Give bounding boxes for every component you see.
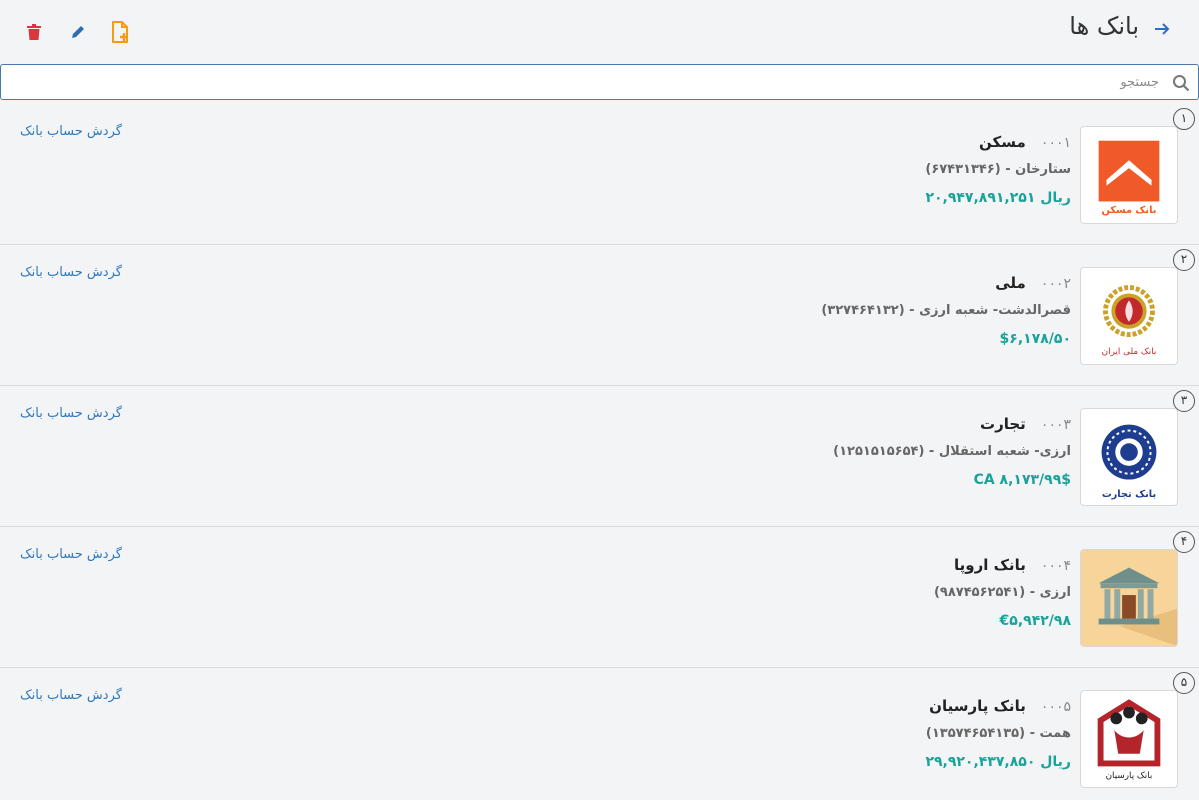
bank-name: تجارت <box>980 415 1026 433</box>
bank-info: ۰۰۰۱ مسکن ستارخان - (۶۷۴۳۱۳۴۶) ریال ۲۰,۹… <box>925 132 1071 212</box>
maskan-logo-text: بانک مسکن <box>1102 205 1157 216</box>
parsian-logo: بانک پارسیان <box>1080 690 1178 788</box>
edit-button[interactable] <box>64 18 92 46</box>
list-item[interactable]: ۵ بانک پارسیان ۰۰۰۵ بانک پارسیان همت - (… <box>0 668 1199 800</box>
tejarat-logo: بانک تجارت <box>1080 408 1178 506</box>
bank-balance: $CA ۸,۱۷۳/۹۹ <box>973 472 1071 488</box>
bank-building-icon <box>1080 549 1178 647</box>
bank-list: ۱ بانک مسکن ۰۰۰۱ مسکن ستارخان - (۶۷۴۳۱۳۴… <box>0 104 1199 800</box>
bank-branch: ستارخان - (۶۷۴۳۱۳۴۶) <box>925 162 1071 177</box>
account-turnover-link[interactable]: گردش حساب بانک <box>20 688 122 703</box>
bank-info: ۰۰۰۴ بانک اروپا ارزی - (۹۸۷۴۵۶۲۵۴۱) €۵,۹… <box>934 555 1071 635</box>
bank-branch: ارزی- شعبه استقلال - (۱۲۵۱۵۱۵۶۵۴) <box>833 444 1071 459</box>
account-turnover-link[interactable]: گردش حساب بانک <box>20 265 122 280</box>
add-file-button[interactable] <box>106 18 134 46</box>
search-icon <box>1173 75 1190 92</box>
bank-info: ۰۰۰۵ بانک پارسیان همت - (۱۳۵۷۴۶۵۴۱۳۵) ری… <box>925 696 1071 776</box>
list-item[interactable]: ۴ ۰۰۰۴ بانک اروپا ارزی - (۹۸۷۴۵۶۲۵۴۱) €۵… <box>0 527 1199 668</box>
bank-name: مسکن <box>979 133 1026 151</box>
bank-info: ۰۰۰۳ تجارت ارزی- شعبه استقلال - (۱۲۵۱۵۱۵… <box>833 414 1071 494</box>
bank-name: ملی <box>995 274 1026 292</box>
search-box <box>0 64 1199 100</box>
bank-code: ۰۰۰۱ <box>1040 135 1071 151</box>
delete-button[interactable] <box>20 18 48 46</box>
bank-branch: همت - (۱۳۵۷۴۶۵۴۱۳۵) <box>925 726 1071 741</box>
bank-code: ۰۰۰۲ <box>1040 276 1071 292</box>
search-input[interactable] <box>9 69 1159 95</box>
bank-name: بانک اروپا <box>953 556 1026 574</box>
bank-code: ۰۰۰۳ <box>1040 417 1071 433</box>
bank-code: ۰۰۰۵ <box>1040 699 1071 715</box>
bank-branch: ارزی - (۹۸۷۴۵۶۲۵۴۱) <box>933 585 1071 600</box>
edit-icon <box>72 26 84 38</box>
list-item[interactable]: ۲ بانک ملی ایران ۰۰۰۲ ملی قصرالدشت- شعبه… <box>0 245 1199 386</box>
page-header: بانک ها <box>0 0 1199 62</box>
bank-balance: €۵,۹۴۲/۹۸ <box>999 613 1071 629</box>
melli-logo: بانک ملی ایران <box>1080 267 1178 365</box>
add-file-icon <box>112 21 128 43</box>
bank-info: ۰۰۰۲ ملی قصرالدشت- شعبه ارزی - (۳۲۷۴۶۴۱۳… <box>821 273 1071 353</box>
bank-balance: ریال ۲۰,۹۴۷,۸۹۱,۲۵۱ <box>925 190 1071 206</box>
bank-branch: قصرالدشت- شعبه ارزی - (۳۲۷۴۶۴۱۳۲) <box>821 303 1071 318</box>
bank-name: بانک پارسیان <box>929 697 1026 715</box>
tejarat-logo-text: بانک تجارت <box>1102 489 1156 500</box>
page-title: بانک ها <box>1069 12 1139 40</box>
delete-icon <box>27 24 41 40</box>
maskan-logo: بانک مسکن <box>1080 126 1178 224</box>
list-item[interactable]: ۳ بانک تجارت ۰۰۰۳ تجارت ارزی- شعبه استقل… <box>0 386 1199 527</box>
bank-balance: ریال ۲۹,۹۲۰,۴۳۷,۸۵۰ <box>925 754 1071 770</box>
bank-code: ۰۰۰۴ <box>1040 558 1071 574</box>
account-turnover-link[interactable]: گردش حساب بانک <box>20 406 122 421</box>
arrow-right-icon[interactable] <box>1151 20 1173 42</box>
bank-balance: $۶,۱۷۸/۵۰ <box>999 331 1071 347</box>
account-turnover-link[interactable]: گردش حساب بانک <box>20 547 122 562</box>
account-turnover-link[interactable]: گردش حساب بانک <box>20 124 122 139</box>
parsian-logo-text: بانک پارسیان <box>1106 771 1153 781</box>
list-item[interactable]: ۱ بانک مسکن ۰۰۰۱ مسکن ستارخان - (۶۷۴۳۱۳۴… <box>0 104 1199 245</box>
melli-logo-text: بانک ملی ایران <box>1102 347 1157 357</box>
